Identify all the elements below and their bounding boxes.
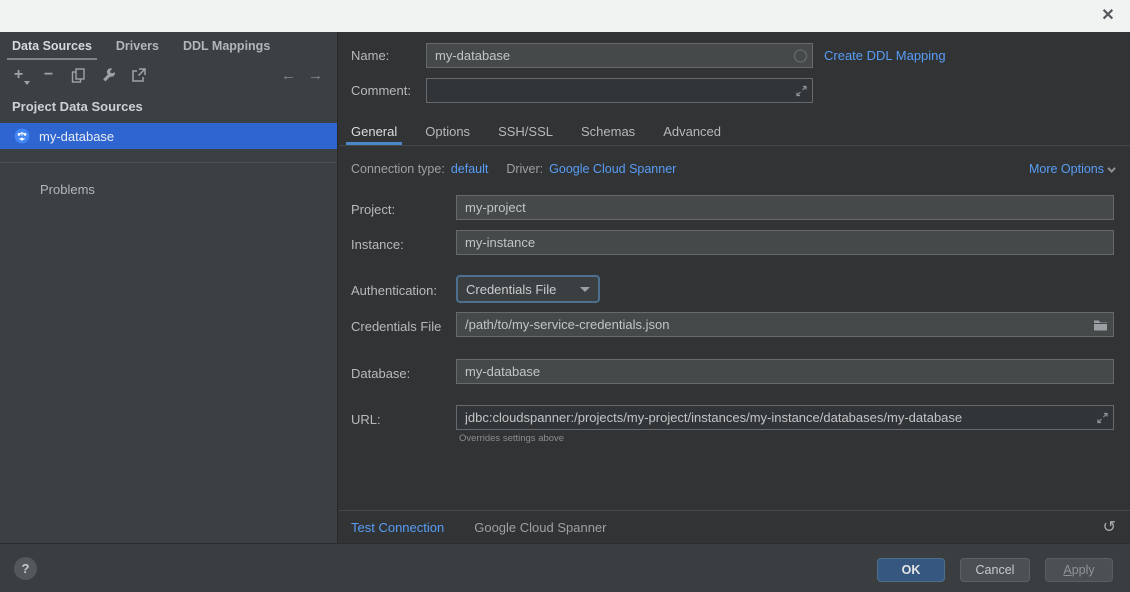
driver-properties-wrench-icon[interactable] bbox=[100, 67, 117, 84]
tab-ssh-ssl[interactable]: SSH/SSL bbox=[498, 118, 553, 145]
url-overrides-note: Overrides settings above bbox=[459, 433, 564, 444]
connection-footer: Test Connection Google Cloud Spanner ↺ bbox=[339, 510, 1130, 543]
datasource-list-item-selected[interactable]: my-database bbox=[0, 123, 337, 149]
add-dropdown-arrow-icon bbox=[24, 81, 30, 85]
forward-arrow-icon[interactable]: → bbox=[308, 67, 323, 84]
history-nav: ← → bbox=[281, 67, 323, 84]
add-datasource-icon[interactable]: + bbox=[10, 67, 27, 84]
sidebar-tabs: Data Sources Drivers DDL Mappings bbox=[0, 32, 337, 61]
settings-tabs: General Options SSH/SSL Schemas Advanced bbox=[339, 118, 721, 145]
cancel-button[interactable]: Cancel bbox=[960, 558, 1030, 582]
project-data-sources-header: Project Data Sources bbox=[12, 99, 143, 114]
duplicate-icon[interactable] bbox=[70, 67, 87, 84]
comment-field-wrapper bbox=[426, 78, 813, 103]
datasource-settings-panel: Name: Create DDL Mapping Comment: Genera… bbox=[339, 32, 1130, 543]
connection-type-link[interactable]: default bbox=[451, 162, 489, 176]
project-field-wrapper bbox=[456, 195, 1114, 220]
tab-advanced[interactable]: Advanced bbox=[663, 118, 721, 145]
sidebar-divider bbox=[0, 162, 337, 163]
test-connection-link[interactable]: Test Connection bbox=[351, 520, 444, 535]
create-ddl-mapping-link[interactable]: Create DDL Mapping bbox=[824, 48, 946, 63]
problems-item[interactable]: Problems bbox=[40, 182, 95, 197]
apply-button[interactable]: Apply bbox=[1045, 558, 1113, 582]
instance-field-wrapper bbox=[456, 230, 1114, 255]
project-input[interactable] bbox=[456, 195, 1114, 220]
tab-drivers[interactable]: Drivers bbox=[116, 32, 159, 61]
authentication-label: Authentication: bbox=[351, 283, 437, 298]
expand-icon[interactable] bbox=[796, 85, 807, 96]
chevron-down-icon bbox=[1107, 164, 1115, 172]
database-label: Database: bbox=[351, 366, 410, 381]
open-in-new-window-icon[interactable] bbox=[130, 67, 147, 84]
tabs-separator bbox=[339, 145, 1130, 146]
footer-driver-name: Google Cloud Spanner bbox=[474, 520, 606, 535]
instance-input[interactable] bbox=[456, 230, 1114, 255]
help-icon[interactable]: ? bbox=[14, 557, 37, 580]
dialog-button-bar: ? OK Cancel Apply bbox=[0, 543, 1130, 592]
tab-ddl-mappings[interactable]: DDL Mappings bbox=[183, 32, 270, 61]
remove-datasource-icon[interactable]: − bbox=[40, 67, 57, 84]
connection-type-row: Connection type: default Driver: Google Clo… bbox=[351, 159, 1116, 179]
connection-type-label: Connection type: bbox=[351, 162, 445, 176]
close-icon[interactable]: ✕ bbox=[1096, 4, 1120, 28]
sidebar-toolbar: + − ← → bbox=[0, 61, 337, 89]
more-options-link[interactable]: More Options bbox=[1029, 159, 1116, 179]
tab-general[interactable]: General bbox=[351, 118, 397, 145]
name-sync-circle-icon bbox=[794, 49, 807, 62]
project-label: Project: bbox=[351, 202, 395, 217]
credentials-file-label: Credentials File bbox=[351, 319, 441, 334]
url-field-wrapper bbox=[456, 405, 1114, 430]
plus-glyph: + bbox=[14, 66, 23, 84]
comment-input[interactable] bbox=[426, 78, 813, 103]
revert-icon[interactable]: ↺ bbox=[1103, 517, 1116, 537]
authentication-selected-value: Credentials File bbox=[466, 282, 556, 297]
name-input[interactable] bbox=[426, 43, 813, 68]
credentials-file-input[interactable] bbox=[456, 312, 1114, 337]
url-label: URL: bbox=[351, 412, 381, 427]
more-options-label: More Options bbox=[1029, 162, 1104, 176]
cloud-spanner-datasource-icon bbox=[14, 128, 30, 144]
datasource-sidebar: Data Sources Drivers DDL Mappings + − ← … bbox=[0, 32, 338, 543]
authentication-dropdown[interactable]: Credentials File bbox=[456, 275, 600, 303]
url-expand-icon[interactable] bbox=[1097, 412, 1108, 423]
name-field-wrapper bbox=[426, 43, 813, 68]
back-arrow-icon[interactable]: ← bbox=[281, 67, 296, 84]
driver-link[interactable]: Google Cloud Spanner bbox=[549, 162, 676, 176]
comment-label: Comment: bbox=[351, 83, 411, 98]
name-label: Name: bbox=[351, 48, 389, 63]
browse-folder-icon[interactable] bbox=[1093, 318, 1108, 331]
apply-label: Apply bbox=[1063, 563, 1094, 577]
tab-options[interactable]: Options bbox=[425, 118, 470, 145]
dropdown-arrow-icon bbox=[580, 287, 590, 292]
window-titlebar: ✕ bbox=[0, 0, 1130, 32]
credentials-file-field-wrapper bbox=[456, 312, 1114, 337]
database-field-wrapper bbox=[456, 359, 1114, 384]
ok-button[interactable]: OK bbox=[877, 558, 945, 582]
url-input[interactable] bbox=[456, 405, 1114, 430]
database-input[interactable] bbox=[456, 359, 1114, 384]
tab-data-sources[interactable]: Data Sources bbox=[12, 32, 92, 61]
tab-schemas[interactable]: Schemas bbox=[581, 118, 635, 145]
datasource-item-label: my-database bbox=[39, 129, 114, 144]
instance-label: Instance: bbox=[351, 237, 404, 252]
driver-label: Driver: bbox=[506, 162, 543, 176]
